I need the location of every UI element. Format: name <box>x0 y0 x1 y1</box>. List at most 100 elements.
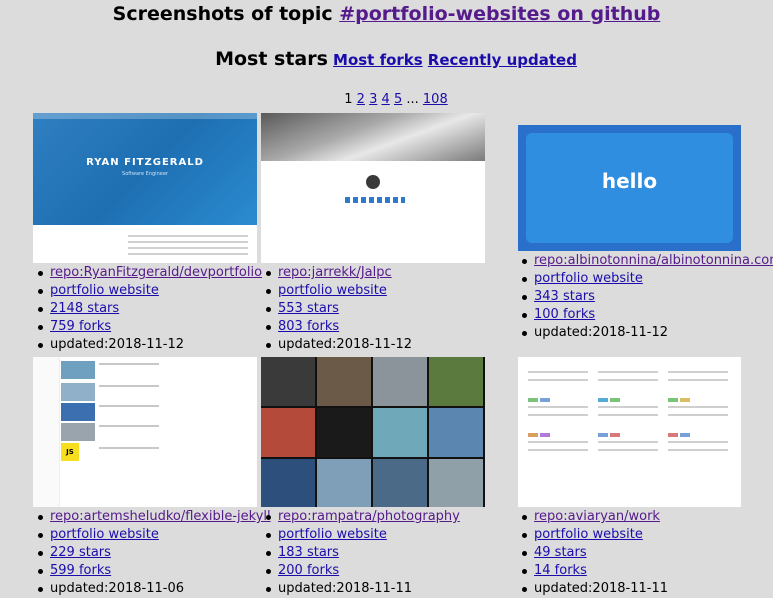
repo-link[interactable]: repo:RyanFitzgerald/devportfolio <box>50 265 262 280</box>
forks-link[interactable]: 14 forks <box>534 563 587 578</box>
page-link-5[interactable]: 5 <box>394 92 402 107</box>
page-link-last[interactable]: 108 <box>423 92 448 107</box>
repo-info-list: repo:jarrekk/Jalpc portfolio website 553… <box>262 264 412 354</box>
stars-link[interactable]: 553 stars <box>278 301 339 316</box>
list-item: repo:artemsheludko/flexible-jekyll <box>34 508 271 526</box>
repo-info-list: repo:RyanFitzgerald/devportfolio portfol… <box>34 264 262 354</box>
sort-recently-updated-link[interactable]: Recently updated <box>428 51 577 69</box>
thumbnail-window: hello <box>526 133 733 243</box>
topic-tag-link[interactable]: portfolio website <box>50 283 159 298</box>
sort-most-forks-link[interactable]: Most forks <box>333 51 423 69</box>
sort-options: Most stars Most forks Recently updated <box>0 47 773 72</box>
thumbnail-post-line <box>99 447 159 449</box>
page-link-3[interactable]: 3 <box>369 92 377 107</box>
screenshot-thumbnail[interactable]: RYAN FITZGERALD Software Engineer <box>33 113 257 263</box>
photo-tile <box>429 357 483 406</box>
topic-tag-link[interactable]: portfolio website <box>278 283 387 298</box>
avatar <box>366 175 380 189</box>
screenshot-thumbnail[interactable] <box>261 113 485 263</box>
page-link-4[interactable]: 4 <box>382 92 390 107</box>
topic-tag-link[interactable]: portfolio website <box>534 271 643 286</box>
repo-link[interactable]: repo:jarrekk/Jalpc <box>278 265 392 280</box>
list-item: 2148 stars <box>34 300 262 318</box>
updated-date: updated:2018-11-12 <box>534 325 668 340</box>
repo-info-list: repo:aviaryan/work portfolio website 49 … <box>518 508 668 598</box>
repo-link[interactable]: repo:artemsheludko/flexible-jekyll <box>50 509 271 524</box>
thumbnail-post-image <box>61 361 95 379</box>
page-title: Screenshots of topic #portfolio-websites… <box>0 2 773 26</box>
photo-tile <box>261 357 315 406</box>
list-item: portfolio website <box>262 282 412 300</box>
repo-info-list: repo:albinotonnina/albinotonnina.com por… <box>518 252 773 342</box>
pagination: 1 2 3 4 5 ... 108 <box>0 91 773 109</box>
list-item: updated:2018-11-11 <box>262 580 460 598</box>
list-item: 183 stars <box>262 544 460 562</box>
updated-date: updated:2018-11-12 <box>278 337 412 352</box>
list-item: repo:rampatra/photography <box>262 508 460 526</box>
list-item: portfolio website <box>34 282 262 300</box>
updated-date: updated:2018-11-12 <box>50 337 184 352</box>
thumbnail-nav <box>33 113 257 119</box>
screenshot-thumbnail[interactable] <box>518 357 741 507</box>
forks-link[interactable]: 759 forks <box>50 319 111 334</box>
forks-link[interactable]: 100 forks <box>534 307 595 322</box>
list-item: updated:2018-11-12 <box>34 336 262 354</box>
forks-link[interactable]: 599 forks <box>50 563 111 578</box>
repo-link[interactable]: repo:rampatra/photography <box>278 509 460 524</box>
stars-link[interactable]: 183 stars <box>278 545 339 560</box>
thumbnail-post-line <box>99 405 159 407</box>
list-item: 49 stars <box>518 544 668 562</box>
topic-tag-link[interactable]: portfolio website <box>534 527 643 542</box>
list-item: portfolio website <box>262 526 460 544</box>
screenshot-thumbnail[interactable] <box>261 357 485 507</box>
thumbnail-post-image <box>61 423 95 441</box>
photo-tile <box>429 459 483 507</box>
list-item: updated:2018-11-12 <box>262 336 412 354</box>
list-item: 229 stars <box>34 544 271 562</box>
thumbnail-subtitle: Software Engineer <box>122 171 168 177</box>
photo-tile <box>373 408 427 457</box>
page-link-2[interactable]: 2 <box>357 92 365 107</box>
thumbnail-sidebar <box>33 357 60 507</box>
photo-tile <box>261 408 315 457</box>
topic-link[interactable]: #portfolio-websites on github <box>339 3 660 25</box>
repo-info-list: repo:rampatra/photography portfolio webs… <box>262 508 460 598</box>
thumbnail-hero: RYAN FITZGERALD Software Engineer <box>33 113 257 225</box>
stars-link[interactable]: 49 stars <box>534 545 587 560</box>
thumbnail-post-image <box>61 403 95 421</box>
repo-info-list: repo:artemsheludko/flexible-jekyll portf… <box>34 508 271 598</box>
forks-link[interactable]: 803 forks <box>278 319 339 334</box>
screenshot-thumbnail[interactable]: hello <box>518 125 741 251</box>
topic-tag-link[interactable]: portfolio website <box>50 527 159 542</box>
stars-link[interactable]: 2148 stars <box>50 301 119 316</box>
repo-link[interactable]: repo:aviaryan/work <box>534 509 660 524</box>
photo-tile <box>373 459 427 507</box>
list-item: 759 forks <box>34 318 262 336</box>
javascript-logo: JS <box>61 443 79 461</box>
thumbnail-post-line <box>99 425 159 427</box>
screenshot-thumbnail[interactable]: JS <box>33 357 257 507</box>
list-item: 200 forks <box>262 562 460 580</box>
thumbnail-column <box>668 371 728 457</box>
list-item: 803 forks <box>262 318 412 336</box>
list-item: portfolio website <box>34 526 271 544</box>
page-current: 1 <box>344 92 353 107</box>
thumbnail-post-line <box>99 385 159 387</box>
repo-link[interactable]: repo:albinotonnina/albinotonnina.com <box>534 253 773 268</box>
thumbnail-post-image <box>61 383 95 401</box>
forks-link[interactable]: 200 forks <box>278 563 339 578</box>
list-item: portfolio website <box>518 270 773 288</box>
list-item: 14 forks <box>518 562 668 580</box>
title-prefix: Screenshots of topic <box>112 3 340 25</box>
topic-tag-link[interactable]: portfolio website <box>278 527 387 542</box>
stars-link[interactable]: 343 stars <box>534 289 595 304</box>
list-item: repo:jarrekk/Jalpc <box>262 264 412 282</box>
list-item: portfolio website <box>518 526 668 544</box>
stars-link[interactable]: 229 stars <box>50 545 111 560</box>
list-item: repo:RyanFitzgerald/devportfolio <box>34 264 262 282</box>
photo-tile <box>317 357 371 406</box>
list-item: repo:aviaryan/work <box>518 508 668 526</box>
thumbnail-name: RYAN FITZGERALD <box>86 157 204 168</box>
list-item: 599 forks <box>34 562 271 580</box>
thumbnail-column <box>528 371 588 457</box>
